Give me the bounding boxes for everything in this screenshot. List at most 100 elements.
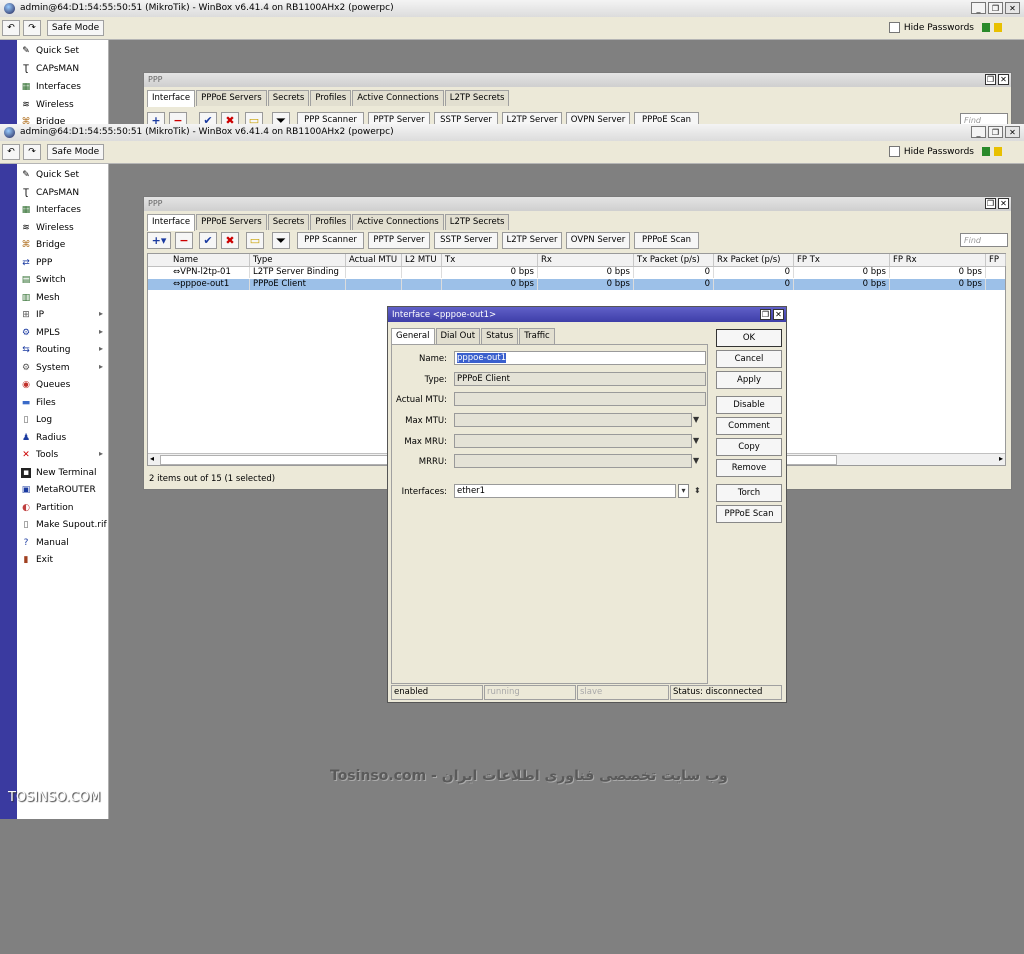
tab-pppoe-servers[interactable]: PPPoE Servers [196, 90, 267, 106]
pptp-server-button[interactable]: PPTP Server [368, 232, 430, 249]
menu-item-log[interactable]: ▯ Log [17, 411, 108, 428]
mrru-field[interactable] [454, 454, 692, 468]
menu-item-routing[interactable]: ⇆ Routing ▸ [17, 341, 108, 358]
name-field[interactable]: pppoe-out1 [454, 351, 706, 365]
tab-profiles[interactable]: Profiles [310, 90, 352, 106]
menu-item-ppp[interactable]: ⇄ PPP [17, 254, 108, 271]
menu-item-tools[interactable]: ✕ Tools ▸ [17, 446, 108, 463]
add-icon[interactable]: +▾ [147, 232, 171, 249]
menu-item-wireless[interactable]: ≋ Wireless [17, 219, 108, 236]
menu-item-make-supout[interactable]: ▯ Make Supout.rif [17, 516, 108, 533]
copy-button[interactable]: Copy [716, 438, 782, 456]
menu-item-mpls[interactable]: ⚙ MPLS ▸ [17, 324, 108, 341]
redo-button[interactable]: ↷ [23, 144, 41, 160]
tab-secrets[interactable]: Secrets [267, 214, 310, 230]
menu-item-exit[interactable]: ▮ Exit [17, 551, 108, 568]
column-header-fp-tx[interactable]: FP Tx [794, 254, 890, 266]
l2tp-server-button[interactable]: L2TP Server [502, 232, 562, 249]
menu-item-partition[interactable]: ◐ Partition [17, 499, 108, 516]
remove-icon[interactable]: − [175, 232, 193, 249]
apply-button[interactable]: Apply [716, 371, 782, 389]
interfaces-dropdown-icon[interactable]: ▾ [678, 484, 689, 498]
ovpn-server-button[interactable]: OVPN Server [566, 232, 630, 249]
column-header-rx[interactable]: Rx [538, 254, 634, 266]
menu-item-manual[interactable]: ? Manual [17, 534, 108, 551]
menu-item-system[interactable]: ⚙ System ▸ [17, 359, 108, 376]
ppp-scanner-button[interactable]: PPP Scanner [297, 232, 364, 249]
hide-passwords[interactable]: Hide Passwords [888, 22, 1002, 33]
minimize-button[interactable]: _ [971, 2, 986, 14]
cancel-button[interactable]: Cancel [716, 350, 782, 368]
menu-item-capsman[interactable]: Ʈ CAPsMAN [17, 184, 108, 201]
redo-button[interactable]: ↷ [23, 20, 41, 36]
tab-interface[interactable]: Interface [147, 214, 196, 231]
tab-active-connections[interactable]: Active Connections [352, 214, 444, 230]
menu-item-queues[interactable]: ◉ Queues [17, 376, 108, 393]
minimize-button[interactable]: _ [971, 126, 986, 138]
column-header-actual-mtu[interactable]: Actual MTU [346, 254, 402, 266]
pppoe-scan-button[interactable]: PPPoE Scan [634, 232, 699, 249]
filter-icon[interactable]: ⏷ [272, 232, 290, 249]
tab-active-connections[interactable]: Active Connections [352, 90, 444, 106]
mrru-dropdown-icon[interactable]: ▼ [693, 454, 703, 468]
column-header-name[interactable]: Name [170, 254, 250, 266]
close-button[interactable]: ✕ [998, 74, 1009, 85]
column-header-tx[interactable]: Tx [442, 254, 538, 266]
menu-item-new-terminal[interactable]: ▪ New Terminal [17, 464, 108, 481]
max-mru-field[interactable] [454, 434, 692, 448]
hide-passwords[interactable]: Hide Passwords [888, 146, 1002, 157]
max-mtu-dropdown-icon[interactable]: ▼ [693, 413, 703, 427]
torch-button[interactable]: Torch [716, 484, 782, 502]
safe-mode-button[interactable]: Safe Mode [47, 20, 104, 36]
close-button[interactable]: ✕ [998, 198, 1009, 209]
menu-item-wireless[interactable]: ≋ Wireless [17, 96, 108, 113]
menu-item-switch[interactable]: ▤ Switch [17, 271, 108, 288]
menu-item-quick-set[interactable]: ✎ Quick Set [17, 166, 108, 183]
menu-item-metarouter[interactable]: ▣ MetaROUTER [17, 481, 108, 498]
enable-icon[interactable]: ✔ [199, 232, 217, 249]
menu-item-mesh[interactable]: ▥ Mesh [17, 289, 108, 306]
max-mru-dropdown-icon[interactable]: ▼ [693, 434, 703, 448]
tab-l2tp-secrets[interactable]: L2TP Secrets [444, 90, 510, 106]
scroll-left-icon[interactable]: ◂ [150, 454, 154, 463]
menu-item-files[interactable]: ▬ Files [17, 394, 108, 411]
tab-pppoe-servers[interactable]: PPPoE Servers [196, 214, 267, 230]
table-row[interactable]: ⇔VPN-l2tp-01 L2TP Server Binding 0 bps 0… [148, 267, 1005, 278]
pppoe-scan-button[interactable]: PPPoE Scan [716, 505, 782, 523]
comment-icon[interactable]: ▭ [246, 232, 264, 249]
restore-button[interactable]: ❐ [985, 74, 996, 85]
restore-button[interactable]: ❐ [760, 309, 771, 320]
hide-passwords-checkbox[interactable] [888, 146, 900, 157]
tab-secrets[interactable]: Secrets [267, 90, 310, 106]
column-header-tx-packet[interactable]: Tx Packet (p/s) [634, 254, 714, 266]
find-input[interactable]: Find [960, 233, 1008, 247]
column-header-rx-packet[interactable]: Rx Packet (p/s) [714, 254, 794, 266]
menu-item-interfaces[interactable]: ▦ Interfaces [17, 78, 108, 95]
tab-traffic[interactable]: Traffic [519, 328, 555, 344]
close-button[interactable]: ✕ [1005, 126, 1020, 138]
menu-item-interfaces[interactable]: ▦ Interfaces [17, 201, 108, 218]
maximize-button[interactable]: ❐ [988, 2, 1003, 14]
menu-item-radius[interactable]: ♟ Radius [17, 429, 108, 446]
ok-button[interactable]: OK [716, 329, 782, 347]
column-header-type[interactable]: Type [250, 254, 346, 266]
table-row-selected[interactable]: ⇔pppoe-out1 PPPoE Client 0 bps 0 bps 0 0… [148, 279, 1005, 290]
menu-item-bridge[interactable]: ⌘ Bridge [17, 236, 108, 253]
close-button[interactable]: ✕ [1005, 2, 1020, 14]
tab-interface[interactable]: Interface [147, 90, 196, 107]
column-header-fp[interactable]: FP [986, 254, 1006, 266]
interfaces-select[interactable]: ether1 [454, 484, 676, 498]
comment-button[interactable]: Comment [716, 417, 782, 435]
max-mtu-field[interactable] [454, 413, 692, 427]
sstp-server-button[interactable]: SSTP Server [434, 232, 498, 249]
scroll-right-icon[interactable]: ▸ [999, 454, 1003, 463]
tab-dial-out[interactable]: Dial Out [435, 328, 481, 344]
undo-button[interactable]: ↶ [2, 20, 20, 36]
tab-general[interactable]: General [391, 328, 435, 345]
tab-status[interactable]: Status [481, 328, 519, 344]
column-header-fp-rx[interactable]: FP Rx [890, 254, 986, 266]
tab-l2tp-secrets[interactable]: L2TP Secrets [444, 214, 510, 230]
remove-button[interactable]: Remove [716, 459, 782, 477]
menu-item-ip[interactable]: ⊞ IP ▸ [17, 306, 108, 323]
close-button[interactable]: ✕ [773, 309, 784, 320]
